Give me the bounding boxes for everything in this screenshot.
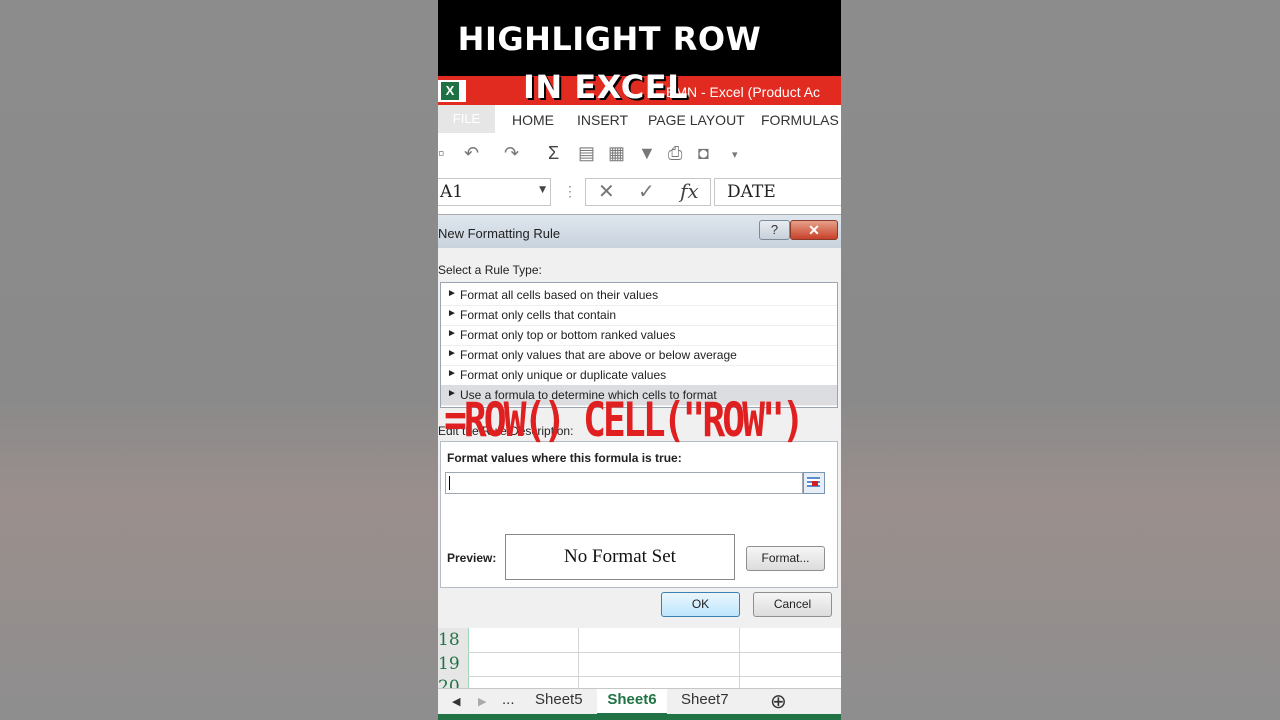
format-preview: No Format Set [505,534,735,580]
worksheet-grid[interactable]: 18 19 20 [438,628,841,697]
dialog-title-bar: New Formatting Rule ? ✕ [438,215,841,248]
preview-label: Preview: [447,551,497,565]
sheet-tab-bar: ◀ ▶ ... Sheet5 Sheet6 Sheet7 ⊕ [438,688,841,716]
rule-type-list: ► Format all cells based on their values … [440,282,838,408]
formula-bar: A1 ▼ ⋮ ✕ ✓ fx DATE [438,176,841,208]
rule-type-item[interactable]: ► Format only cells that contain [441,305,837,326]
row-gridline [468,676,841,677]
rule-type-item[interactable]: ► Format only values that are above or be… [441,345,837,366]
select-rule-type-label: Select a Rule Type: [438,263,542,277]
tab-insert[interactable]: INSERT [577,112,628,128]
dialog-title: New Formatting Rule [438,226,561,241]
status-bar [438,714,841,720]
rule-type-item[interactable]: ► Format all cells based on their values [441,285,837,306]
more-icon: ⋮ [563,183,577,199]
tab-page-layout[interactable]: PAGE LAYOUT [648,112,745,128]
formula-input[interactable]: DATE [714,178,841,206]
overlay-title-line2: IN EXCEL [523,68,688,106]
right-blurred-background [841,0,1280,720]
format-button[interactable]: Format... [746,546,825,571]
video-frame: HIGHLIGHT ROW IN EXCEL X EMN - Excel (Pr… [438,0,841,720]
filter-icon[interactable]: ▼ [638,143,656,164]
formula-buttons: ✕ ✓ fx [585,178,711,206]
row-header[interactable]: 19 [438,654,468,674]
name-box[interactable]: A1 ▼ [438,178,551,206]
formula-annotation: =ROW() CELL("ROW") [444,392,805,447]
row-headers: 18 19 20 [438,628,469,697]
formula-field[interactable] [445,472,803,494]
rule-type-item[interactable]: ► Format only top or bottom ranked values [441,325,837,346]
overlay-title-line1: HIGHLIGHT ROW [457,20,762,58]
autosum-icon[interactable]: Σ [548,143,559,164]
tab-formulas[interactable]: FORMULAS [761,112,839,128]
camera-icon[interactable]: ◘ [698,143,709,164]
sheet-tab-sheet6[interactable]: Sheet6 [597,689,667,716]
redo-icon[interactable]: ↷ [504,143,519,164]
help-button[interactable]: ? [759,220,790,240]
more-sheets-button[interactable]: ... [502,691,515,708]
form-icon[interactable]: ▤ [578,143,595,164]
column-gridline [578,628,579,688]
formula-label: Format values where this formula is true… [447,451,682,465]
save-icon[interactable]: ▫ [438,143,444,164]
ribbon-tabs: FILE HOME INSERT PAGE LAYOUT FORMULAS [438,105,841,135]
row-header[interactable]: 18 [438,630,468,650]
print-icon[interactable]: ⎙ [668,143,682,164]
close-button[interactable]: ✕ [790,220,838,240]
sheet-tab-sheet7[interactable]: Sheet7 [681,691,729,708]
cancel-button[interactable]: Cancel [753,592,832,617]
ok-button[interactable]: OK [661,592,740,617]
chevron-down-icon[interactable]: ▼ [539,185,546,195]
row-gridline [468,652,841,653]
left-blurred-background [0,0,438,720]
add-sheet-icon[interactable]: ⊕ [770,689,787,714]
collapse-dialog-icon[interactable] [803,472,825,494]
undo-icon[interactable]: ↶ [464,143,479,164]
text-caret [449,476,450,490]
check-icon[interactable]: ✓ [638,179,655,204]
table-icon[interactable]: ▦ [608,143,625,164]
tab-home[interactable]: HOME [512,112,554,128]
next-sheet-icon[interactable]: ▶ [478,695,486,708]
column-gridline [739,628,740,688]
sheet-tab-sheet5[interactable]: Sheet5 [535,691,583,708]
quick-access-toolbar: ▫ ↶ ↷ Σ ▤ ▦ ▼ ⎙ ◘ ▾ [438,140,841,170]
previous-sheet-icon[interactable]: ◀ [452,695,460,708]
rule-type-item[interactable]: ► Format only unique or duplicate values [441,365,837,386]
customize-qat-icon[interactable]: ▾ [732,148,738,161]
tab-file[interactable]: FILE [438,105,495,133]
cancel-icon[interactable]: ✕ [598,179,615,204]
insert-function-icon[interactable]: fx [680,179,699,203]
